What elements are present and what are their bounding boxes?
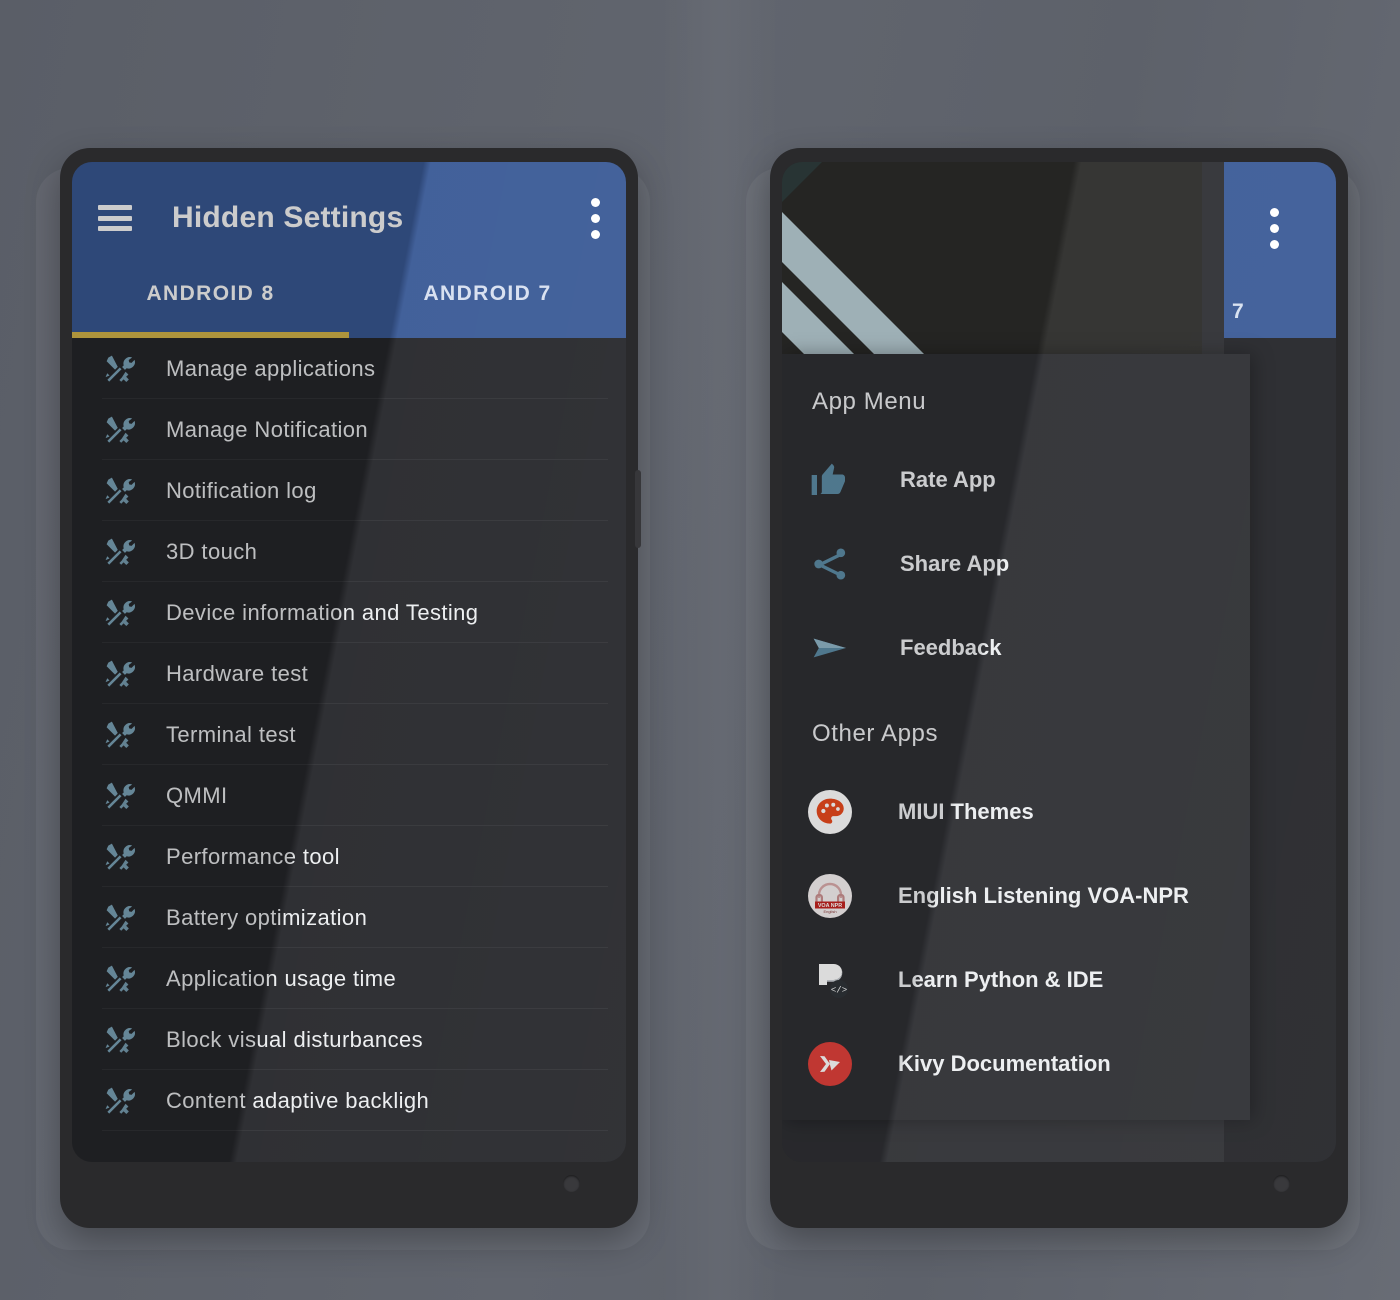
right-phone-sensor-dot — [1273, 1175, 1290, 1192]
tools-screwdriver-wrench-icon — [105, 1026, 135, 1053]
settings-list-item[interactable]: Device information and Testing — [72, 582, 626, 643]
tools-screwdriver-wrench-icon — [105, 599, 135, 626]
kebab-menu-icon[interactable] — [591, 197, 600, 239]
navigation-drawer: App Menu Rate App Share App Feedback Oth… — [782, 354, 1250, 1120]
settings-list-item[interactable]: Battery optimization — [72, 887, 626, 948]
left-phone: Hidden Settings ANDROID 8 ANDROID 7 Mana… — [60, 148, 641, 1228]
settings-list-item[interactable]: Manage Notification — [72, 399, 626, 460]
app-bar-top-row: Hidden Settings — [72, 162, 626, 274]
share-icon — [808, 542, 852, 586]
drawer-list-item-label: Rate App — [900, 467, 996, 492]
settings-list-item-label: Notification log — [166, 477, 317, 503]
other-apps-list[interactable]: MIUI Themes VOA NPR English English List… — [782, 770, 1250, 1106]
settings-list-item[interactable]: Performance tool — [72, 826, 626, 887]
settings-list-item-label: Application usage time — [166, 965, 397, 991]
tab-bar: ANDROID 8 ANDROID 7 — [72, 274, 626, 338]
drawer-list-item-label: MIUI Themes — [898, 799, 1034, 824]
tools-screwdriver-wrench-icon — [105, 477, 135, 504]
app-menu-section-title: App Menu — [812, 388, 927, 415]
settings-list-item-label: QMMI — [166, 782, 228, 808]
settings-list-item-label: Manage Notification — [166, 416, 369, 442]
settings-list-item[interactable]: Block visual disturbances — [72, 1009, 626, 1070]
send-paper-plane-icon — [808, 626, 852, 670]
settings-list-item-label: Hardware test — [166, 660, 309, 686]
miui-themes-palette-icon — [808, 790, 852, 834]
settings-list-item-label: 3D touch — [166, 538, 258, 564]
settings-list-item-label: Terminal test — [166, 721, 296, 747]
settings-list[interactable]: Manage applications Manage Notification … — [72, 338, 626, 1162]
tools-screwdriver-wrench-icon — [105, 721, 135, 748]
settings-list-item-label: Block visual disturbances — [166, 1026, 424, 1052]
page-title: Hidden Settings — [172, 201, 404, 234]
tools-screwdriver-wrench-icon — [105, 538, 135, 565]
tab-label-remnant: 7 — [1232, 300, 1244, 323]
screenshot-canvas: Hidden Settings ANDROID 8 ANDROID 7 Mana… — [0, 0, 1400, 1300]
tools-screwdriver-wrench-icon — [105, 660, 135, 687]
kivy-logo-icon — [808, 1042, 852, 1086]
app-menu-list[interactable]: Rate App Share App Feedback — [782, 438, 1250, 690]
share-icon — [814, 548, 846, 580]
app-bar: Hidden Settings ANDROID 8 ANDROID 7 — [72, 162, 626, 338]
tab-android-7-label: ANDROID 7 — [423, 282, 552, 305]
tools-screwdriver-wrench-icon — [105, 782, 135, 809]
voa-npr-headphones-icon: VOA NPR English — [808, 874, 852, 918]
tools-screwdriver-wrench-icon — [105, 965, 135, 992]
hamburger-icon[interactable] — [98, 205, 132, 231]
tab-android-8-label: ANDROID 8 — [146, 282, 275, 305]
right-app-bar-remnant: 7 — [1224, 162, 1336, 338]
tools-screwdriver-wrench-icon — [105, 843, 135, 870]
settings-list-item[interactable]: Terminal test — [72, 704, 626, 765]
right-phone: 7 App Menu Rate App Share App Feedback O… — [770, 148, 1348, 1228]
drawer-list-item-label: English Listening VOA-NPR — [898, 883, 1189, 908]
drawer-list-item-label: Share App — [900, 551, 1010, 576]
learn-python-ide-icon: </> — [808, 958, 852, 1002]
settings-list-item-label: Device information and Testing — [166, 599, 479, 625]
svg-text:</>: </> — [831, 985, 847, 995]
kebab-menu-icon[interactable] — [1270, 208, 1279, 249]
settings-list-item-label: Performance tool — [166, 843, 340, 869]
drawer-list-item[interactable]: Rate App — [782, 438, 1250, 522]
kivy-logo-icon — [808, 1042, 852, 1086]
settings-list-item-label: Battery optimization — [166, 904, 368, 930]
settings-list-item[interactable]: QMMI — [72, 765, 626, 826]
drawer-list-item[interactable]: Share App — [782, 522, 1250, 606]
diagonal-stripes-graphic — [782, 162, 1042, 354]
tools-screwdriver-wrench-icon — [105, 904, 135, 931]
miui-themes-palette-icon — [808, 790, 852, 834]
drawer-list-item[interactable]: Feedback — [782, 606, 1250, 690]
drawer-list-item-label: Feedback — [900, 635, 1002, 660]
left-phone-sensor-dot — [563, 1175, 580, 1192]
other-apps-section-title: Other Apps — [812, 720, 939, 747]
drawer-list-item[interactable]: Kivy Documentation — [782, 1022, 1250, 1106]
tools-screwdriver-wrench-icon — [105, 416, 135, 443]
drawer-list-item[interactable]: </> Learn Python & IDE — [782, 938, 1250, 1022]
send-paper-plane-icon — [813, 638, 846, 658]
thumbs-up-icon — [811, 463, 845, 495]
right-phone-screen: 7 App Menu Rate App Share App Feedback O… — [782, 162, 1336, 1162]
voa-npr-headphones-icon: VOA NPR English — [808, 874, 852, 918]
svg-text:English: English — [823, 909, 836, 914]
tab-android-7[interactable]: ANDROID 7 — [349, 274, 626, 338]
settings-list-item[interactable]: Content adaptive backligh — [72, 1070, 626, 1131]
settings-list-item-label: Manage applications — [166, 355, 376, 381]
tools-screwdriver-wrench-icon — [105, 1087, 135, 1114]
left-phone-screen: Hidden Settings ANDROID 8 ANDROID 7 Mana… — [72, 162, 626, 1162]
tab-android-8[interactable]: ANDROID 8 — [72, 274, 349, 338]
drawer-list-item-label: Learn Python & IDE — [898, 967, 1104, 992]
settings-list-item[interactable]: 3D touch — [72, 521, 626, 582]
settings-list-item[interactable]: Manage applications — [72, 338, 626, 399]
settings-list-item[interactable]: Hardware test — [72, 643, 626, 704]
settings-list-item[interactable]: Notification log — [72, 460, 626, 521]
drawer-list-item[interactable]: VOA NPR English English Listening VOA-NP… — [782, 854, 1250, 938]
settings-list-item[interactable]: Application usage time — [72, 948, 626, 1009]
settings-list-item-label: Content adaptive backligh — [166, 1087, 430, 1113]
drawer-list-item-label: Kivy Documentation — [898, 1051, 1111, 1076]
thumbs-up-icon — [808, 458, 852, 502]
drawer-list-item[interactable]: MIUI Themes — [782, 770, 1250, 854]
learn-python-ide-icon: </> — [808, 958, 852, 1002]
tools-screwdriver-wrench-icon — [105, 355, 135, 382]
left-phone-side-button[interactable] — [635, 470, 641, 548]
